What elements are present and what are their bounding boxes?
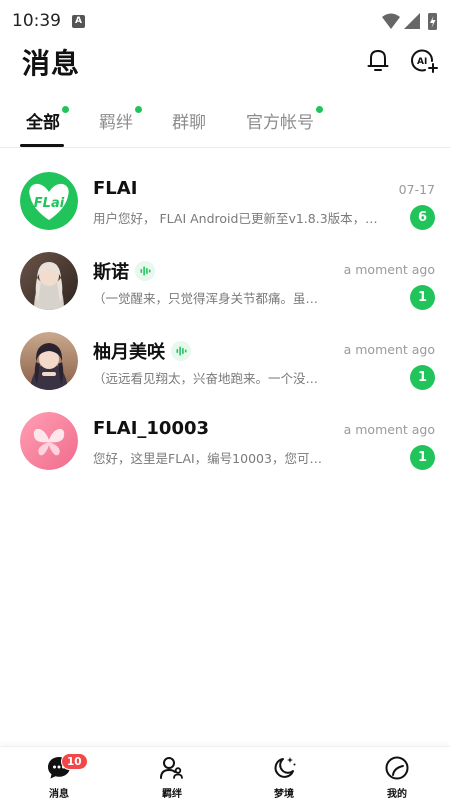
svg-text:AI: AI (417, 57, 427, 67)
tab-all[interactable]: 全部 (26, 106, 69, 133)
voice-wave-icon (135, 261, 155, 281)
chat-time: a moment ago (343, 262, 435, 277)
butterfly-avatar (20, 412, 78, 470)
nav-unread-badge: 10 (61, 753, 88, 770)
nav-dreamland[interactable]: 梦境 (244, 755, 324, 809)
character-avatar (20, 332, 78, 390)
chat-item-snow[interactable]: 斯诺 （一觉醒来，只觉得浑身关节都痛。虽… a moment ago 1 (0, 240, 450, 320)
nav-bonds[interactable]: 羁绊 (132, 755, 212, 809)
character-avatar (20, 252, 78, 310)
tab-label: 羁绊 (99, 113, 133, 133)
status-bar: 10:39 A (0, 0, 450, 44)
bell-icon[interactable] (364, 46, 392, 74)
chat-name: 柚月美咲 (93, 342, 165, 363)
tab-label: 官方帐号 (246, 113, 314, 133)
nav-profile[interactable]: 我的 (357, 755, 437, 809)
moon-stars-icon (274, 757, 296, 778)
status-time: 10:39 (12, 11, 61, 31)
chat-preview: （一觉醒来，只觉得浑身关节都痛。虽… (93, 291, 319, 306)
tab-group-chats[interactable]: 群聊 (172, 108, 206, 133)
profile-circle-icon (385, 756, 409, 780)
chat-item-flai[interactable]: FLai FLAI 用户您好， FLAI Android已更新至v1.8.3版本… (0, 160, 450, 240)
chat-item-yuzuki-misaki[interactable]: 柚月美咲 （远远看见翔太，兴奋地跑来。一个没… a moment ago 1 (0, 320, 450, 400)
tab-unread-dot (62, 106, 69, 113)
chat-name: FLAI (93, 178, 138, 199)
tab-label: 全部 (26, 113, 60, 133)
chat-preview: （远远看见翔太，兴奋地跑来。一个没… (93, 371, 319, 386)
chat-name-row: 柚月美咲 (93, 338, 191, 364)
notification-icon: A (72, 15, 85, 28)
page-title: 消息 (22, 47, 81, 80)
chat-name-row: 斯诺 (93, 258, 155, 284)
header: 消息 AI (0, 40, 450, 90)
avatar-logo-text: FLai (34, 196, 65, 211)
nav-label: 消息 (49, 789, 69, 800)
ai-add-icon[interactable]: AI (410, 46, 438, 74)
nav-label: 梦境 (274, 789, 294, 800)
chat-preview: 用户您好， FLAI Android已更新至v1.8.3版本，… (93, 211, 378, 226)
chat-name: FLAI_10003 (93, 418, 210, 439)
unread-badge: 1 (410, 285, 435, 310)
tab-unread-dot (135, 106, 142, 113)
tab-unread-dot (316, 106, 323, 113)
wifi-signal-battery-icon (382, 13, 437, 30)
tab-official-accounts[interactable]: 官方帐号 (246, 106, 323, 133)
chat-time: a moment ago (343, 422, 435, 437)
flai-logo-avatar: FLai (20, 172, 78, 230)
bottom-nav: 消息 10 羁绊 梦境 我的 (0, 746, 450, 810)
nav-label: 我的 (387, 789, 407, 800)
nav-label: 羁绊 (162, 789, 182, 800)
tab-active-indicator (20, 144, 64, 147)
nav-messages[interactable]: 消息 10 (19, 753, 99, 809)
chat-time: 07-17 (398, 182, 435, 197)
unread-badge: 1 (410, 445, 435, 470)
chat-list: FLai FLAI 用户您好， FLAI Android已更新至v1.8.3版本… (0, 160, 450, 480)
people-icon (160, 757, 183, 779)
chat-preview: 您好，这里是FLAI，编号10003，您可… (93, 451, 322, 466)
unread-badge: 6 (410, 205, 435, 230)
chat-time: a moment ago (343, 342, 435, 357)
tab-bonds[interactable]: 羁绊 (99, 106, 142, 133)
unread-badge: 1 (410, 365, 435, 390)
tab-bar: 全部 羁绊 群聊 官方帐号 (0, 96, 450, 148)
chat-item-flai-10003[interactable]: FLAI_10003 您好，这里是FLAI，编号10003，您可… a mome… (0, 400, 450, 480)
chat-name: 斯诺 (93, 262, 129, 283)
tab-label: 群聊 (172, 113, 206, 133)
voice-wave-icon (171, 341, 191, 361)
